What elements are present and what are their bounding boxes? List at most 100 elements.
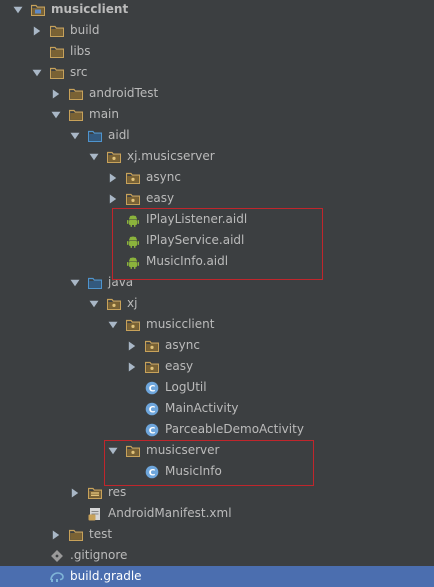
tree-item-label: musicserver (146, 443, 220, 457)
tree-item[interactable]: src (0, 62, 434, 83)
tree-item[interactable]: C LogUtil (0, 377, 434, 398)
tree-item[interactable]: MusicInfo.aidl (0, 251, 434, 272)
tree-item[interactable]: C MainActivity (0, 398, 434, 419)
tree-item[interactable]: xj.musicserver (0, 146, 434, 167)
tree-item-label: easy (165, 359, 194, 373)
tree-item[interactable]: AndroidManifest.xml (0, 503, 434, 524)
tree-item[interactable]: async (0, 167, 434, 188)
expand-arrow-icon[interactable] (69, 130, 81, 142)
tree-item-label: MusicInfo (165, 464, 222, 478)
tree-item[interactable]: musicclient (0, 0, 434, 20)
tree-item-label: ParceableDemoActivity (165, 422, 304, 436)
tree-item-label: xj (127, 296, 138, 310)
tree-item[interactable]: musicclient (0, 314, 434, 335)
expanded-arrow-icon (13, 6, 23, 13)
svg-text:C: C (149, 405, 156, 415)
collapse-arrow-icon[interactable] (69, 487, 81, 499)
tree-item[interactable]: C ParceableDemoActivity (0, 419, 434, 440)
tree-item[interactable]: C MusicInfo (0, 461, 434, 482)
tree-item[interactable]: async (0, 335, 434, 356)
package-icon (144, 338, 160, 354)
expand-arrow-icon[interactable] (107, 445, 119, 457)
package-icon (125, 170, 141, 186)
tree-item-label: IPlayService.aidl (146, 233, 245, 247)
collapse-arrow-icon[interactable] (50, 529, 62, 541)
tree-item-label: main (89, 107, 119, 121)
android-icon (125, 254, 141, 270)
resource-folder-icon (87, 485, 103, 501)
tree-item[interactable]: musicserver (0, 440, 434, 461)
collapsed-arrow-icon (109, 194, 117, 203)
collapse-arrow-icon[interactable] (107, 193, 119, 205)
collapse-arrow-icon[interactable] (126, 361, 138, 373)
tree-item[interactable]: build (0, 20, 434, 41)
tree-item[interactable]: libs (0, 41, 434, 62)
tree-item-label: build.gradle (70, 569, 142, 583)
expanded-arrow-icon (108, 321, 118, 328)
tree-item[interactable]: IPlayListener.aidl (0, 209, 434, 230)
collapsed-arrow-icon (109, 173, 117, 182)
tree-item-label: MainActivity (165, 401, 239, 415)
tree-item-label: .gitignore (70, 548, 128, 562)
android-icon (125, 212, 141, 228)
svg-text:C: C (149, 426, 156, 436)
expanded-arrow-icon (89, 300, 99, 307)
expand-arrow-icon[interactable] (69, 277, 81, 289)
tree-item-label: build (70, 23, 100, 37)
collapse-arrow-icon[interactable] (50, 88, 62, 100)
tree-item-label: AndroidManifest.xml (108, 506, 232, 520)
class-icon: C (144, 401, 160, 417)
tree-item-label: test (89, 527, 113, 541)
package-icon (106, 149, 122, 165)
tree-item-label: async (165, 338, 200, 352)
collapse-arrow-icon[interactable] (107, 172, 119, 184)
folder-icon (49, 44, 65, 60)
collapsed-arrow-icon (128, 362, 136, 371)
tree-item[interactable]: aidl (0, 125, 434, 146)
tree-item-label: androidTest (89, 86, 159, 100)
tree-item-label: src (70, 65, 88, 79)
tree-item-label: MusicInfo.aidl (146, 254, 229, 268)
collapse-arrow-icon[interactable] (126, 340, 138, 352)
tree-item-label: xj.musicserver (127, 149, 215, 163)
git-icon (49, 548, 65, 564)
tree-item[interactable]: easy (0, 356, 434, 377)
tree-item-label: res (108, 485, 127, 499)
tree-item[interactable]: build.gradle (0, 566, 434, 587)
tree-item[interactable]: .gitignore (0, 545, 434, 566)
package-icon (125, 191, 141, 207)
tree-item[interactable]: res (0, 482, 434, 503)
package-icon (106, 296, 122, 312)
tree-item[interactable]: easy (0, 188, 434, 209)
tree-item[interactable]: main (0, 104, 434, 125)
tree-item-label: async (146, 170, 181, 184)
expanded-arrow-icon (70, 279, 80, 286)
collapsed-arrow-icon (128, 341, 136, 350)
expand-arrow-icon[interactable] (107, 319, 119, 331)
expanded-arrow-icon (70, 132, 80, 139)
tree-item[interactable]: androidTest (0, 83, 434, 104)
tree-item[interactable]: IPlayService.aidl (0, 230, 434, 251)
collapsed-arrow-icon (33, 26, 41, 35)
tree-item[interactable]: xj (0, 293, 434, 314)
tree-item-label: musicclient (146, 317, 215, 331)
tree-item[interactable]: java (0, 272, 434, 293)
expanded-arrow-icon (32, 69, 42, 76)
tree-item-label: java (108, 275, 134, 289)
package-icon (125, 317, 141, 333)
package-icon (125, 443, 141, 459)
expand-arrow-icon[interactable] (12, 4, 24, 16)
collapse-arrow-icon[interactable] (31, 25, 43, 37)
module-folder-icon (30, 2, 46, 18)
android-icon (125, 233, 141, 249)
tree-item-label: aidl (108, 128, 130, 142)
expand-arrow-icon[interactable] (88, 151, 100, 163)
expand-arrow-icon[interactable] (50, 109, 62, 121)
gradle-icon (49, 569, 65, 585)
svg-text:C: C (149, 384, 156, 394)
manifest-icon (87, 506, 103, 522)
class-icon: C (144, 464, 160, 480)
expand-arrow-icon[interactable] (31, 67, 43, 79)
expand-arrow-icon[interactable] (88, 298, 100, 310)
tree-item[interactable]: test (0, 524, 434, 545)
